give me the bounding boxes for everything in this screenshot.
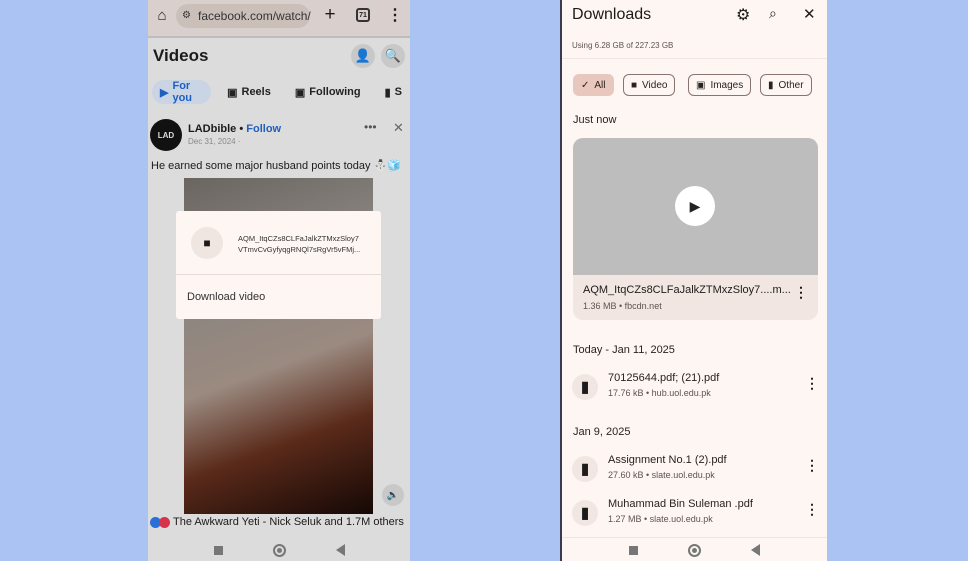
love-reaction-icon xyxy=(159,516,170,528)
download-item[interactable]: ▮ Muhammad Bin Suleman .pdf 1.27 MB • sl… xyxy=(562,494,827,538)
close-icon[interactable]: ✕ xyxy=(803,5,816,23)
file-icon: ▮ xyxy=(572,374,598,400)
filter-other[interactable]: ▮ Other xyxy=(760,74,812,96)
menu-icon[interactable]: ⋮ xyxy=(387,4,403,26)
download-item[interactable]: ▮ 70125644.pdf; (21).pdf 17.76 kB • hub.… xyxy=(562,368,827,412)
more-options-icon[interactable]: ⋮ xyxy=(805,376,819,390)
image-icon: ▣ xyxy=(696,79,706,91)
close-icon[interactable]: ✕ xyxy=(393,120,404,136)
more-options-icon[interactable]: ••• xyxy=(364,120,377,134)
download-popup: ■ AQM_ItqCZs8CLFaJalkZTMxzSloy7 VTmvCvGy… xyxy=(176,211,381,319)
search-icon[interactable]: 🔍 xyxy=(381,44,405,68)
storage-usage: Using 6.28 GB of 227.23 GB xyxy=(572,41,674,50)
filter-images[interactable]: ▣ Images xyxy=(688,74,752,96)
system-nav-bar xyxy=(148,539,410,561)
page-title: Videos xyxy=(153,46,209,65)
site-settings-icon[interactable]: ⚙ xyxy=(182,4,191,28)
back-button[interactable] xyxy=(335,544,345,556)
bookmark-icon: ▮ xyxy=(384,86,391,99)
tab-reels[interactable]: ▣ Reels xyxy=(219,80,279,104)
file-meta: 1.36 MB • fbcdn.net xyxy=(583,301,662,311)
download-video-button[interactable]: Download video xyxy=(187,291,265,303)
tab-for-you[interactable]: ▶ For you xyxy=(152,80,212,104)
profile-icon[interactable]: 👤 xyxy=(351,44,375,68)
file-icon: ▮ xyxy=(572,456,598,482)
tab-following[interactable]: ▣ Following xyxy=(287,80,369,104)
file-icon: ▮ xyxy=(768,79,774,91)
play-icon: ▶ xyxy=(160,86,169,99)
home-button[interactable] xyxy=(688,543,701,557)
video-icon: ■ xyxy=(631,79,638,91)
search-icon[interactable]: ⌕ xyxy=(769,5,777,22)
reactions-summary[interactable]: The Awkward Yeti - Nick Seluk and 1.7M o… xyxy=(173,516,404,528)
video-icon: ■ xyxy=(191,227,223,259)
downloads-title: Downloads xyxy=(572,6,652,23)
file-icon: ▮ xyxy=(572,500,598,526)
tab-switcher-button[interactable]: 71 xyxy=(356,8,370,22)
post-date: Dec 31, 2024 · xyxy=(188,137,241,146)
section-header: Today - Jan 11, 2025 xyxy=(573,344,675,356)
more-options-icon[interactable]: ⋮ xyxy=(805,458,819,472)
avatar[interactable]: LAD xyxy=(150,119,182,151)
file-name: AQM_ItqCZs8CLFaJalkZTMxzSloy7....m... xyxy=(583,284,791,296)
home-button[interactable] xyxy=(272,543,286,557)
check-icon: ✓ xyxy=(581,79,590,91)
section-header: Just now xyxy=(573,114,617,126)
play-button[interactable]: ▶ xyxy=(675,186,715,226)
home-icon[interactable]: ⌂ xyxy=(152,5,172,25)
back-button[interactable] xyxy=(751,544,760,556)
filter-video[interactable]: ■ Video xyxy=(623,74,676,96)
section-header: Jan 9, 2025 xyxy=(573,426,631,438)
following-icon: ▣ xyxy=(294,86,306,99)
follow-link[interactable]: Follow xyxy=(246,123,281,135)
recents-button[interactable] xyxy=(213,545,223,555)
url-bar[interactable]: ⚙ facebook.com/watch/ xyxy=(176,4,311,28)
system-nav-bar xyxy=(562,539,827,561)
download-item[interactable]: ▮ Assignment No.1 (2).pdf 27.60 kB • sla… xyxy=(562,450,827,494)
browser-phone: ⌂ ⚙ facebook.com/watch/ + 71 ⋮ Videos 👤 🔍… xyxy=(148,0,410,561)
author-name[interactable]: LADbible xyxy=(188,123,236,135)
reels-icon: ▣ xyxy=(227,86,238,99)
more-options-icon[interactable]: ⋮ xyxy=(805,502,819,516)
post-caption: He earned some major husband points toda… xyxy=(151,160,401,172)
recents-button[interactable] xyxy=(629,545,638,555)
settings-icon[interactable]: ⚙ xyxy=(736,5,750,25)
download-item-video[interactable]: ▶ AQM_ItqCZs8CLFaJalkZTMxzSloy7....m... … xyxy=(573,138,818,320)
filter-all[interactable]: ✓ All xyxy=(573,74,614,96)
video-tabs: ▶ For you ▣ Reels ▣ Following ▮ S xyxy=(152,80,410,104)
new-tab-icon[interactable]: + xyxy=(320,4,340,26)
browser-toolbar: ⌂ ⚙ facebook.com/watch/ + 71 ⋮ xyxy=(148,0,410,38)
more-options-icon[interactable]: ⋮ xyxy=(794,284,808,301)
popup-filename: AQM_ItqCZs8CLFaJalkZTMxzSloy7 xyxy=(238,234,359,243)
mute-icon[interactable]: 🔈 xyxy=(382,484,404,506)
downloads-phone: Downloads ⚙ ⌕ ✕ Using 6.28 GB of 227.23 … xyxy=(560,0,827,561)
tab-saved[interactable]: ▮ S xyxy=(377,80,410,104)
